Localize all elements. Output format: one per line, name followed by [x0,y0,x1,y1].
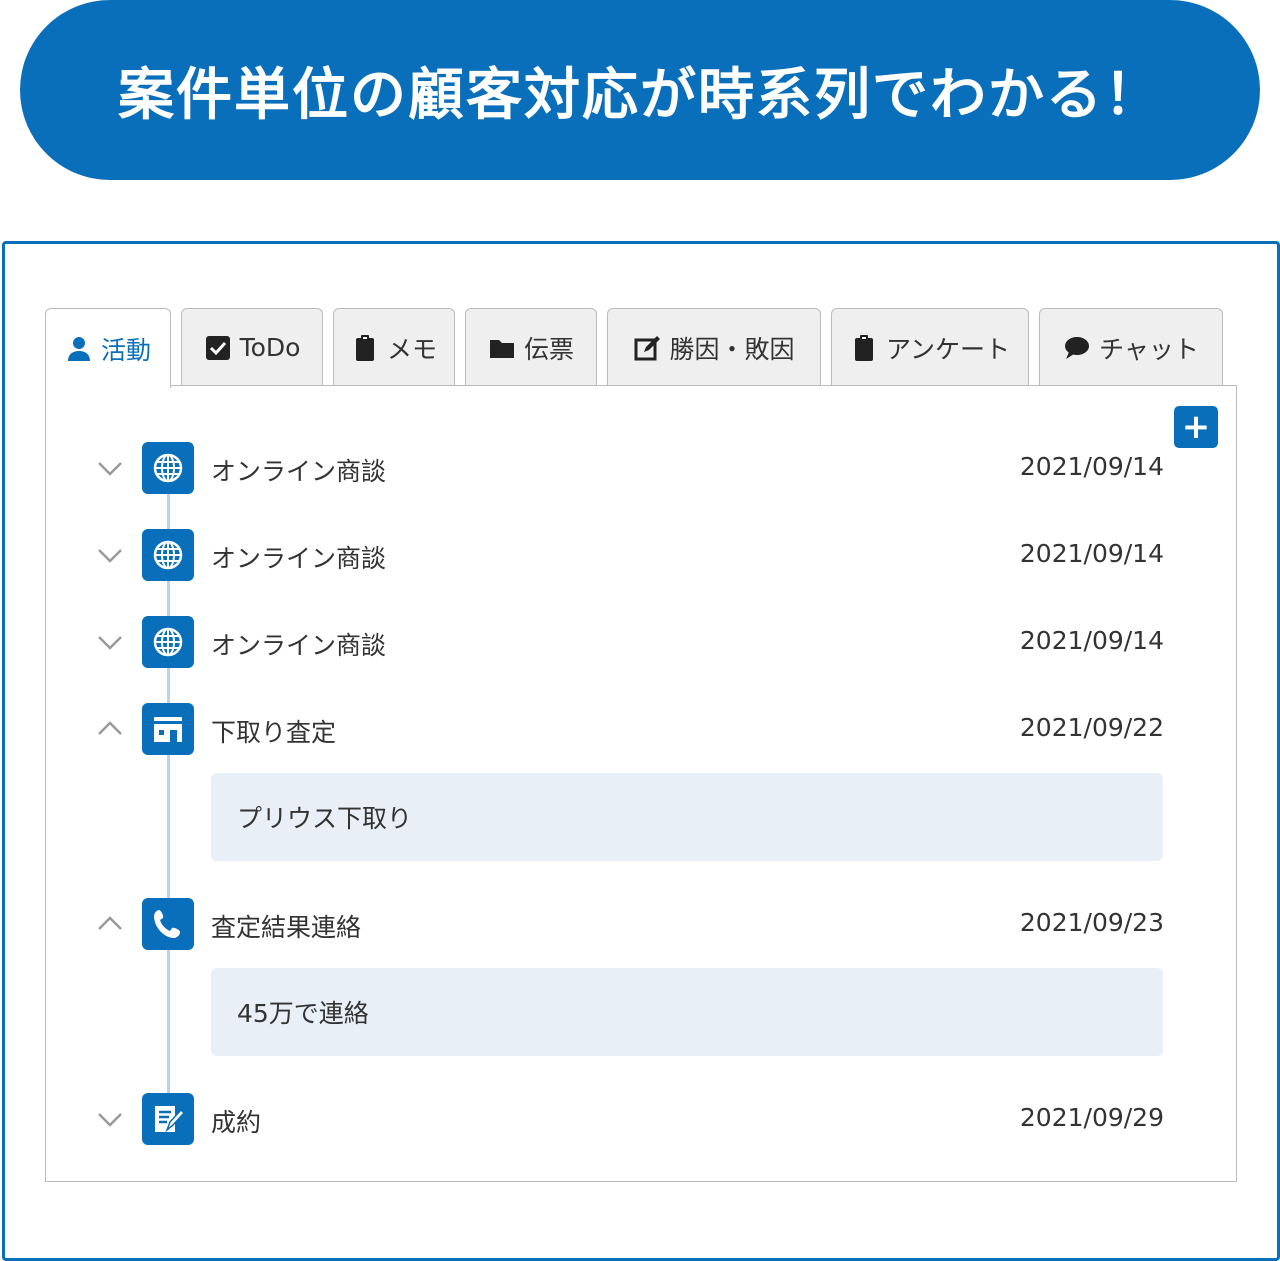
phone-icon [154,910,180,938]
activity-date: 2021/09/14 [1019,452,1164,481]
activity-panel: + オンライン商談 2021/09/14 オンライン商談 2021/09/14 [45,385,1237,1182]
activity-note: プリウス下取り [211,773,1163,861]
tab-label: 伝票 [523,334,574,364]
folder-icon [489,339,514,358]
globe-icon [153,627,183,657]
activity-title: 下取り査定 [211,718,337,747]
activity-type-badge [142,898,194,950]
tab-label: メモ [386,334,437,364]
activity-type-badge [142,529,194,581]
tab-label: アンケート [885,334,1010,364]
tab-label: ToDo [239,333,301,362]
activity-title: オンライン商談 [211,457,387,486]
timeline-item[interactable]: オンライン商談 2021/09/14 [46,616,1236,668]
timeline-item[interactable]: 成約 2021/09/29 [46,1093,1236,1145]
tab-label: 活動 [100,335,151,365]
tab-todo[interactable]: ToDo [181,308,323,386]
chevron-down-icon[interactable] [96,454,124,482]
activity-title: オンライン商談 [211,544,387,573]
activity-title: 成約 [211,1108,262,1137]
chevron-down-icon[interactable] [96,541,124,569]
headline-banner: 案件単位の顧客対応が時系列でわかる！ [20,0,1260,180]
activity-date: 2021/09/14 [1019,539,1164,568]
chevron-down-icon[interactable] [96,1105,124,1133]
activity-note: 45万で連絡 [211,968,1163,1056]
activity-date: 2021/09/22 [1019,713,1164,742]
tab-label: チャット [1099,334,1199,364]
headline-title: 案件単位の顧客対応が時系列でわかる！ [118,62,1162,128]
activity-date: 2021/09/23 [1019,908,1164,937]
chevron-down-icon[interactable] [96,628,124,656]
activity-title: 査定結果連絡 [211,913,362,942]
chevron-up-icon[interactable] [96,910,124,938]
timeline-item[interactable]: オンライン商談 2021/09/14 [46,442,1236,494]
chat-bubble-icon [1065,336,1090,359]
clipboard-icon [854,334,873,361]
tab-survey[interactable]: アンケート [831,308,1029,386]
checkbox-icon [205,335,230,360]
timeline-item[interactable]: オンライン商談 2021/09/14 [46,529,1236,581]
edit-icon [634,335,661,360]
globe-icon [153,453,183,483]
contract-icon [155,1106,185,1133]
tab-chat[interactable]: チャット [1039,308,1223,386]
store-icon [154,717,182,742]
activity-type-badge [142,703,194,755]
tab-slip[interactable]: 伝票 [465,308,597,386]
screenshot-frame: 活動 ToDo メモ 伝票 勝因・敗因 アンケート チャット + オンライン商談… [2,241,1280,1261]
clipboard-icon [355,334,374,361]
chevron-up-icon[interactable] [96,715,124,743]
person-icon [67,336,90,361]
activity-type-badge [142,616,194,668]
tab-win-loss[interactable]: 勝因・敗因 [607,308,821,386]
tab-label: 勝因・敗因 [669,334,795,364]
timeline-item[interactable]: 下取り査定 2021/09/22 [46,703,1236,755]
tab-bar: 活動 ToDo メモ 伝票 勝因・敗因 アンケート チャット [45,308,1233,388]
activity-type-badge [142,442,194,494]
globe-icon [153,540,183,570]
tab-activity[interactable]: 活動 [45,308,171,388]
activity-type-badge [142,1093,194,1145]
activity-title: オンライン商談 [211,631,387,660]
activity-date: 2021/09/14 [1019,626,1164,655]
tab-memo[interactable]: メモ [333,308,455,386]
timeline-item[interactable]: 査定結果連絡 2021/09/23 [46,898,1236,950]
activity-date: 2021/09/29 [1019,1103,1164,1132]
